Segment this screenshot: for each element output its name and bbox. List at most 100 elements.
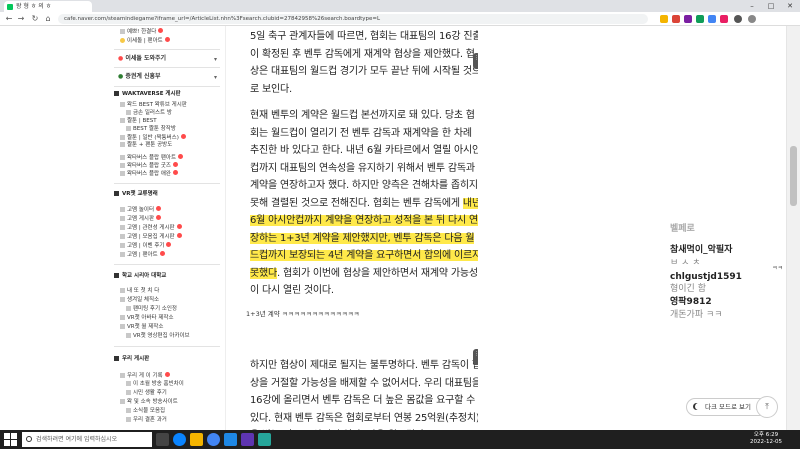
chart-icon: ●	[118, 73, 124, 80]
new-badge-icon	[176, 224, 182, 229]
edge-icon[interactable]	[173, 433, 186, 446]
sidebar-item[interactable]: 왁타버스 플랍 굿즈	[120, 162, 178, 170]
sidebar-item[interactable]: BEST 짤툰 창작방	[126, 126, 176, 133]
new-badge-icon	[178, 154, 184, 159]
sidebar-item[interactable]: 시민 생활 후기	[126, 390, 167, 397]
sidebar-item[interactable]: 우리 게 이 기록	[120, 372, 170, 380]
divider	[114, 49, 220, 50]
section-icon	[114, 91, 119, 96]
sidebar-item[interactable]: 이세돌 | 팬아트	[120, 37, 170, 45]
new-badge-icon	[164, 372, 170, 377]
board-icon	[120, 118, 125, 123]
section-heading: 학교 시리아 대학교	[114, 273, 166, 280]
scrollbar-thumb[interactable]	[790, 146, 797, 206]
section-heading: 우리 게시판	[114, 356, 149, 363]
app-icon[interactable]	[258, 433, 271, 446]
taskbar-search-input[interactable]: 검색하려면 여기에 입력하십시오	[22, 432, 152, 447]
sidebar-item[interactable]: 우리 결혼 과거	[126, 417, 167, 424]
board-icon	[120, 207, 125, 212]
sidebar-item[interactable]: VR챗 월 제작소	[120, 324, 163, 331]
article-paragraph: 현재 벤투의 계약은 월드컵 본선까지로 돼 있다. 당초 협회는 월드컵이 열…	[250, 107, 478, 300]
chrome-icon[interactable]	[207, 433, 220, 446]
new-badge-icon	[172, 170, 178, 175]
sidebar-item[interactable]: 생겨일 체직소	[120, 297, 159, 304]
extension-icon[interactable]	[696, 15, 704, 23]
task-view-icon[interactable]	[156, 433, 169, 446]
browser-tab[interactable]: 왕 형 ㅎ 의 ㅎ	[4, 1, 92, 12]
close-window-button[interactable]: ✕	[782, 0, 798, 12]
sidebar-item[interactable]: 짤툰 | 일반 (짝퉁버스)	[120, 134, 186, 142]
sidebar-item[interactable]: 소식물 모음집	[126, 408, 165, 415]
sidebar-item[interactable]: 고멤 | 관련성 게시판	[120, 224, 182, 232]
sidebar-item[interactable]: 왁 및 소속 방송사이트	[120, 399, 178, 406]
extension-icon[interactable]	[720, 15, 728, 23]
board-icon	[120, 29, 125, 34]
heart-icon: ●	[118, 55, 124, 62]
board-icon	[126, 333, 131, 338]
page-scrollbar[interactable]	[786, 26, 800, 430]
sidebar-item[interactable]: 왁타버스 플랍 애완	[120, 170, 178, 178]
new-badge-icon	[158, 28, 164, 33]
home-icon[interactable]: ⌂	[43, 14, 53, 24]
board-icon	[120, 225, 125, 230]
chat-nick: 벨페로	[670, 224, 695, 234]
extension-icon[interactable]	[660, 15, 668, 23]
sidebar-item[interactable]: 왁드 BEST 왁튜브 게시판	[120, 102, 187, 109]
windows-start-icon[interactable]	[4, 433, 17, 446]
section-icon	[114, 273, 119, 278]
sidebar-item[interactable]: 이 초월 방송 홈빈차이	[126, 381, 184, 388]
sidebar-item[interactable]: 짤툰 + 팬툰 공방도	[120, 142, 172, 149]
board-icon	[120, 142, 125, 147]
forward-icon[interactable]: →	[16, 14, 26, 24]
file-explorer-icon[interactable]	[190, 433, 203, 446]
url-field[interactable]: cafe.naver.com/steamindiegame?iframe_url…	[58, 14, 648, 24]
new-badge-icon	[172, 162, 178, 167]
sidebar-item[interactable]: 고멤 | 모음집 게시판	[120, 233, 182, 241]
sidebar-item[interactable]: 고멤 | 이벤 후기	[120, 242, 172, 250]
maximize-button[interactable]: □	[763, 0, 779, 12]
extension-icon[interactable]	[672, 15, 680, 23]
chat-message: 개돈가파 ㅋㅋ	[670, 310, 723, 320]
board-icon	[120, 252, 125, 257]
extension-icon[interactable]	[684, 15, 692, 23]
sidebar-item[interactable]: 왁타버스 플랍 팬아트	[120, 154, 184, 162]
chat-panel: 벨페로 참새먹이_악필자 ㅂ ㅅ ㅊ chlgustjd1591 형이긴 함 영…	[478, 26, 786, 430]
new-badge-icon	[156, 215, 162, 220]
profile-avatar[interactable]	[734, 15, 742, 23]
back-icon[interactable]: ←	[4, 14, 14, 24]
extension-icon[interactable]	[708, 15, 716, 23]
search-icon	[26, 436, 32, 442]
sidebar-item[interactable]: 금손 일러스트 방	[126, 110, 172, 117]
smile-icon	[120, 38, 125, 43]
board-icon	[126, 126, 131, 131]
sidebar-item[interactable]: 팬미팅 후기 소인정	[126, 306, 177, 313]
sidebar-fold[interactable]: ● 이세돌 도와주기	[118, 55, 166, 63]
highlighted-text: 내년 6월 아시안컵까지 계약을 연장하고 성적을 본 뒤 다시 연장하는 1+…	[250, 197, 478, 279]
app-icon[interactable]	[224, 433, 237, 446]
sidebar-item[interactable]: VR챗 아바타 제작소	[120, 315, 174, 322]
board-icon	[120, 155, 125, 160]
scroll-top-button[interactable]: ⤒	[756, 396, 778, 418]
new-badge-icon	[176, 233, 182, 238]
divider	[114, 67, 220, 68]
sidebar-item[interactable]: 짤툰 | BEST	[120, 118, 157, 125]
sidebar-item[interactable]: 예쁘! 한결다	[120, 28, 164, 36]
sidebar-fold[interactable]: ● 증권계 신흥부	[118, 73, 161, 81]
sidebar-item[interactable]: VR챗 영상편집 아카이브	[126, 333, 190, 340]
sidebar-item[interactable]: 고멤 게시판	[120, 215, 162, 223]
sidebar-item[interactable]: 내 또 첫 치 다	[120, 288, 159, 295]
app-icon[interactable]	[241, 433, 254, 446]
board-icon	[120, 163, 125, 168]
minimize-button[interactable]: –	[744, 0, 760, 12]
sidebar-item[interactable]: 고멤 놀이터	[120, 206, 162, 214]
chevron-down-icon[interactable]: ▾	[214, 74, 217, 81]
board-icon	[120, 315, 125, 320]
chevron-down-icon[interactable]: ▾	[214, 56, 217, 63]
divider	[114, 183, 220, 184]
taskbar: 검색하려면 여기에 입력하십시오 오후 6:29 2022-12-05	[0, 430, 800, 449]
sidebar-item[interactable]: 고멤 | 팬아트	[120, 251, 165, 259]
naver-cafe-icon	[7, 4, 13, 10]
reload-icon[interactable]: ↻	[30, 14, 40, 24]
system-clock[interactable]: 오후 6:29 2022-12-05	[746, 432, 786, 446]
menu-icon[interactable]	[748, 15, 756, 23]
